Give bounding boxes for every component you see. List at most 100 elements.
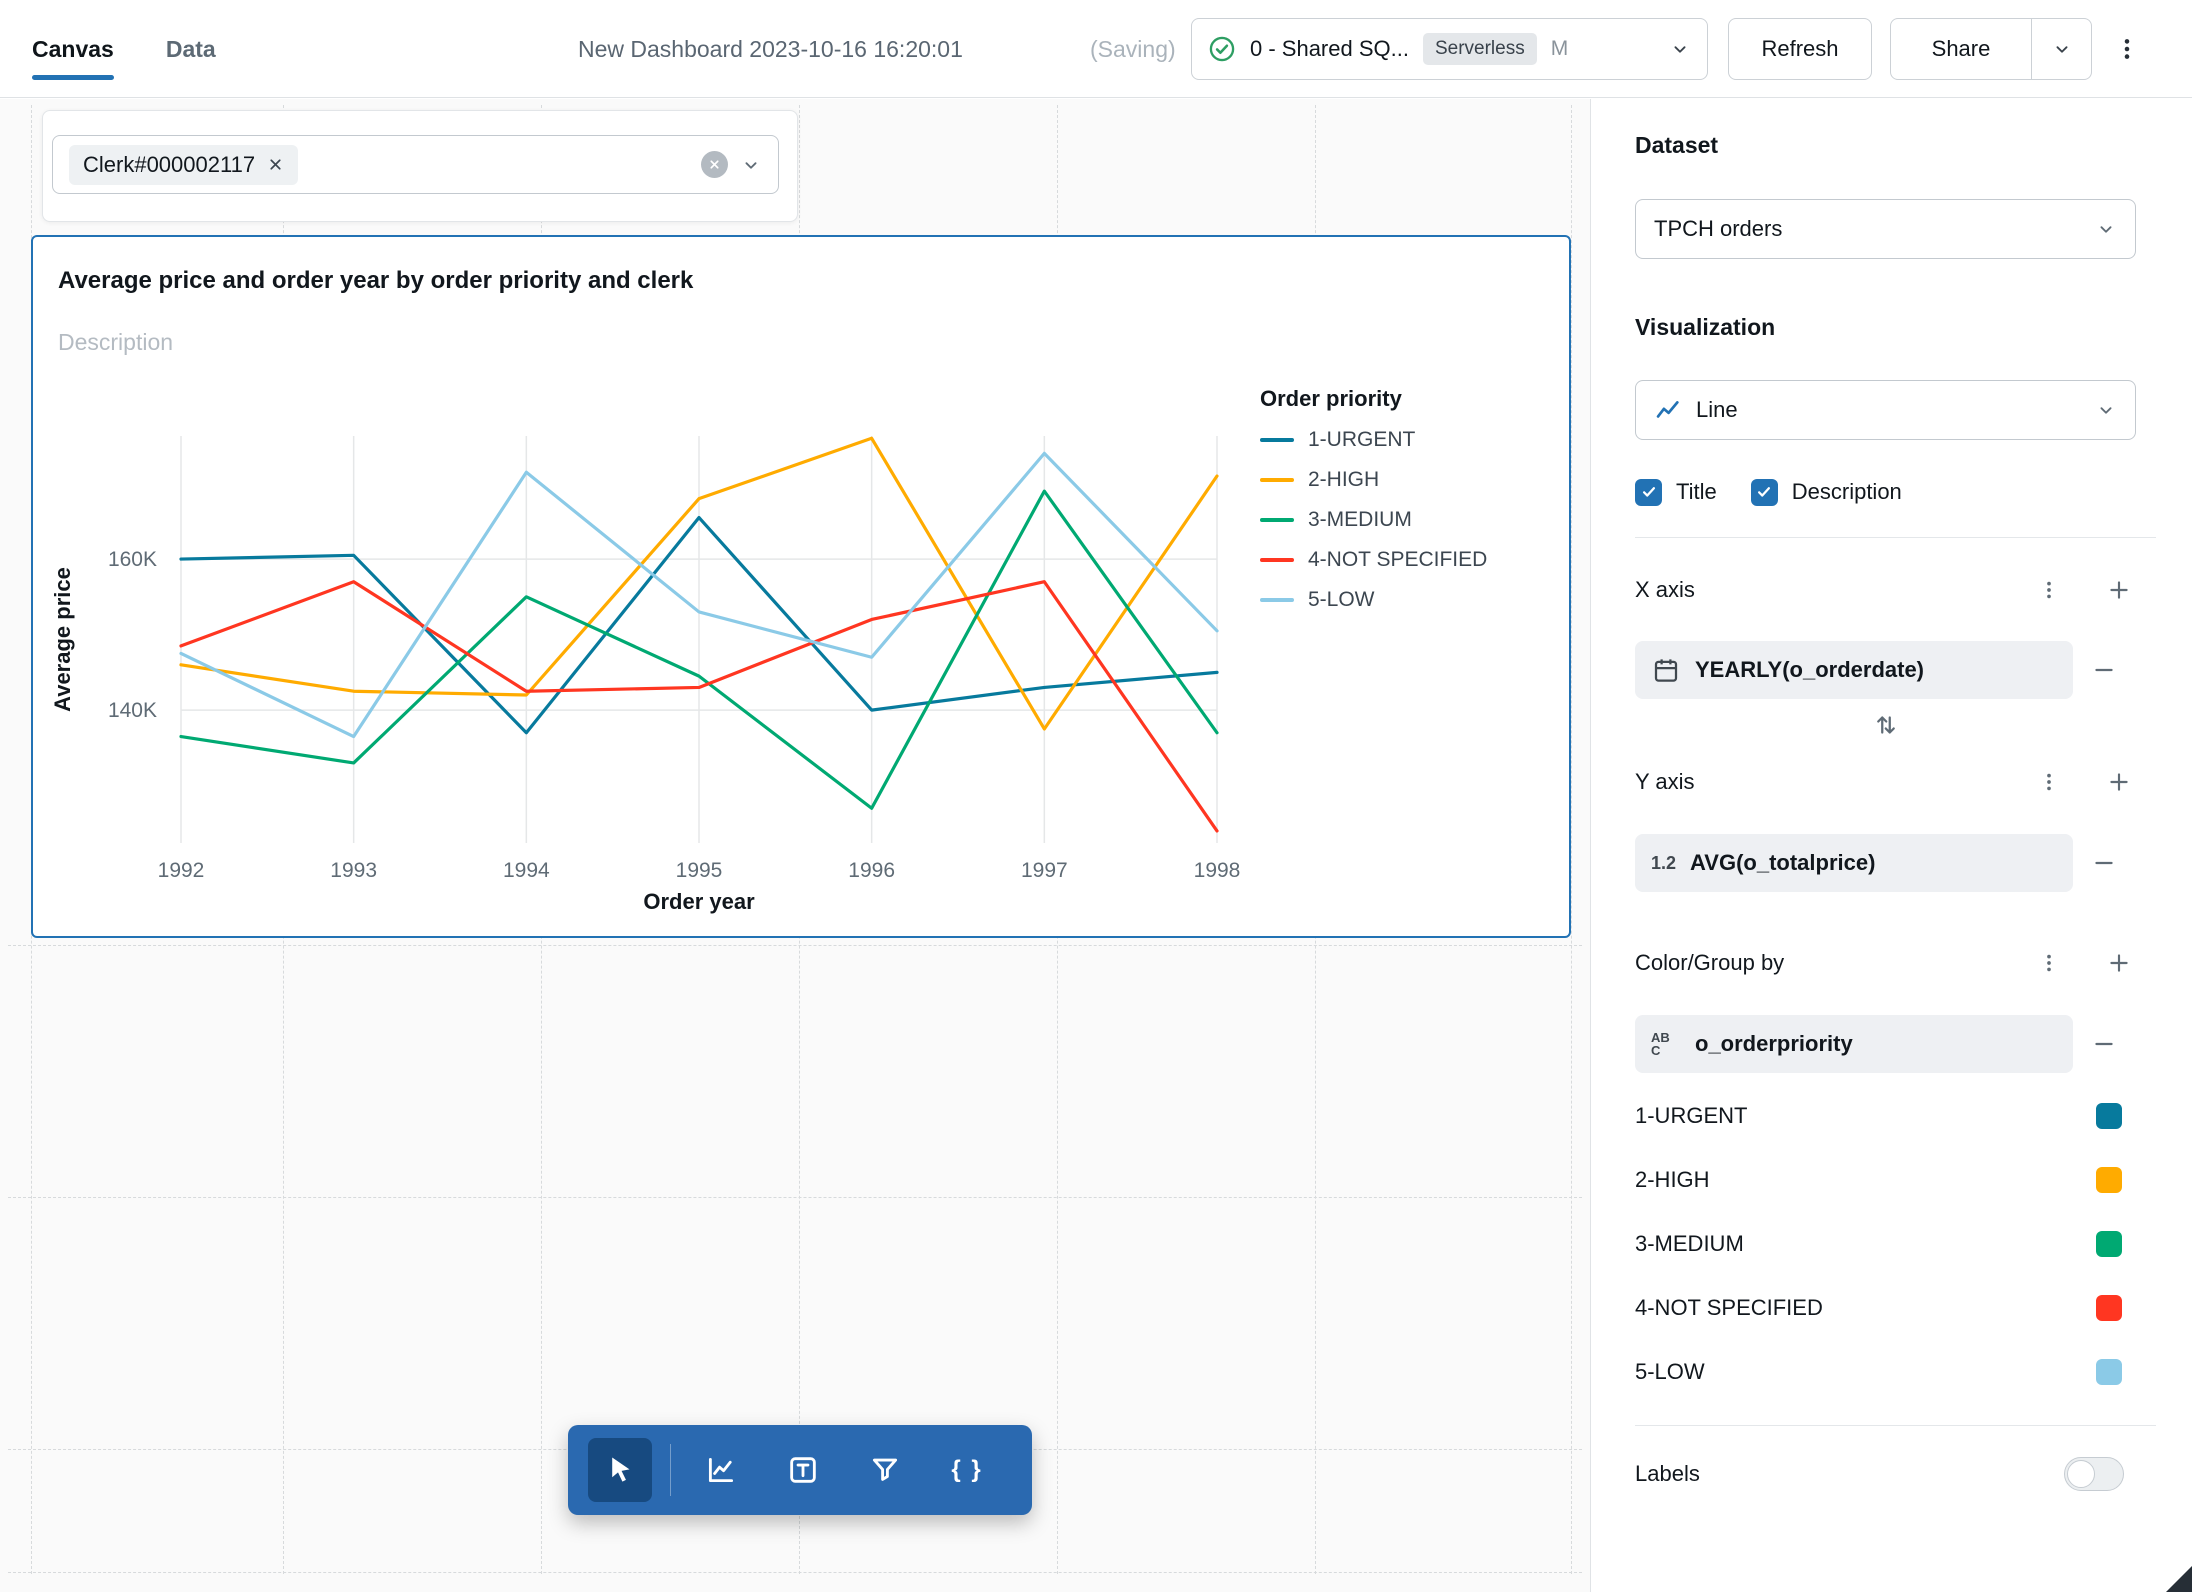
- overflow-menu-button[interactable]: [2100, 18, 2154, 80]
- labels-toggle[interactable]: [2064, 1457, 2124, 1491]
- braces-icon: { }: [951, 1456, 983, 1483]
- chart-widget[interactable]: 1992 1993 1994 1995 1996 1997 1998 160K 140K Orde…: [31, 235, 1571, 938]
- color-group-field-pill[interactable]: AB C o_orderpriority: [1635, 1015, 2073, 1073]
- widget-options-row: Title Description: [1635, 477, 2136, 507]
- series-color-swatch[interactable]: [2096, 1231, 2122, 1257]
- series-color-swatch[interactable]: [2096, 1103, 2122, 1129]
- add-text-tool-button[interactable]: [771, 1438, 835, 1502]
- x-axis-field-pill[interactable]: YEARLY(o_orderdate): [1635, 641, 2073, 699]
- series-name: 5-LOW: [1635, 1359, 1705, 1384]
- share-dropdown-button[interactable]: [2032, 18, 2092, 80]
- plus-icon: [2110, 954, 2128, 972]
- clear-circle-icon[interactable]: [701, 151, 728, 178]
- code-tool-button[interactable]: { }: [935, 1438, 999, 1502]
- series-color-row[interactable]: 3-MEDIUM: [1635, 1212, 2136, 1276]
- checkbox-checked-icon: [1635, 478, 1662, 506]
- canvas-grid-line: [1571, 105, 1572, 1574]
- swap-axes-icon[interactable]: [1871, 710, 1901, 740]
- description-checkbox[interactable]: Description: [1750, 478, 1902, 506]
- divider: [1635, 1425, 2156, 1426]
- x-axis-menu-button[interactable]: [2032, 573, 2066, 607]
- remove-color-group-field-button[interactable]: [2087, 1027, 2121, 1061]
- refresh-button[interactable]: Refresh: [1728, 18, 1872, 80]
- svg-text:1994: 1994: [503, 859, 550, 882]
- y-axis-section-header: Y axis: [1635, 768, 2136, 796]
- visualization-select-value: Line: [1696, 397, 1738, 422]
- filter-value-chip[interactable]: Clerk#000002117: [69, 144, 299, 185]
- legend-swatch: [1260, 598, 1294, 602]
- x-axis-section-label: X axis: [1635, 577, 1695, 602]
- legend-swatch: [1260, 438, 1294, 442]
- tab-data-label: Data: [165, 35, 216, 62]
- kebab-menu-icon: [2124, 39, 2130, 59]
- visualization-select[interactable]: Line: [1635, 380, 2136, 440]
- legend-item: 2-HIGH: [1260, 468, 1487, 492]
- select-tool-button[interactable]: [588, 1438, 652, 1502]
- chart-description-placeholder[interactable]: Description: [58, 329, 173, 356]
- saving-indicator: (Saving): [1090, 35, 1176, 62]
- close-icon[interactable]: [267, 156, 284, 173]
- warehouse-type-badge: Serverless: [1422, 33, 1537, 65]
- string-field-icon: AB C: [1651, 1030, 1670, 1058]
- plus-icon: [2110, 773, 2128, 791]
- add-y-axis-field-button[interactable]: [2102, 765, 2136, 799]
- dataset-heading: Dataset: [1635, 132, 1719, 158]
- series-color-swatch[interactable]: [2096, 1167, 2122, 1193]
- add-x-axis-field-button[interactable]: [2102, 573, 2136, 607]
- remove-y-axis-field-button[interactable]: [2087, 846, 2121, 880]
- chevron-down-icon: [2100, 226, 2112, 233]
- clerk-filter-combobox[interactable]: Clerk#000002117: [52, 135, 779, 194]
- y-axis-field-pill[interactable]: 1.2 AVG(o_totalprice): [1635, 834, 2073, 892]
- add-filter-tool-button[interactable]: [853, 1438, 917, 1502]
- series-color-row[interactable]: 5-LOW: [1635, 1340, 2136, 1404]
- svg-text:1998: 1998: [1194, 859, 1241, 882]
- legend-swatch: [1260, 518, 1294, 522]
- svg-text:Average price: Average price: [50, 567, 75, 712]
- add-color-group-field-button[interactable]: [2102, 946, 2136, 980]
- tab-data[interactable]: Data: [166, 36, 216, 63]
- kebab-menu-icon: [2047, 773, 2051, 791]
- resize-corner: [2166, 1566, 2192, 1592]
- legend-label: 5-LOW: [1308, 588, 1375, 611]
- kebab-menu-icon: [2047, 954, 2051, 972]
- dataset-select[interactable]: TPCH orders: [1635, 199, 2136, 259]
- x-axis-field-label: YEARLY(o_orderdate): [1695, 657, 1925, 682]
- description-checkbox-label: Description: [1791, 479, 1902, 504]
- legend-item: 5-LOW: [1260, 588, 1487, 612]
- chevron-down-icon: [1674, 46, 1686, 53]
- color-group-section-header: Color/Group by: [1635, 949, 2136, 977]
- warehouse-selector[interactable]: 0 - Shared SQ... Serverless M: [1191, 18, 1708, 80]
- canvas-toolbar: { }: [568, 1425, 1032, 1515]
- view-tabs: Canvas Data: [32, 0, 216, 98]
- x-axis-section-header: X axis: [1635, 576, 2136, 604]
- legend-label: 2-HIGH: [1308, 468, 1380, 491]
- chevron-down-icon[interactable]: [740, 154, 762, 176]
- svg-text:160K: 160K: [108, 548, 157, 571]
- series-color-row[interactable]: 2-HIGH: [1635, 1148, 2136, 1212]
- tab-canvas[interactable]: Canvas: [32, 36, 114, 80]
- svg-text:Order year: Order year: [643, 889, 755, 914]
- divider: [1635, 537, 2156, 538]
- share-button[interactable]: Share: [1890, 18, 2032, 80]
- share-split-button: Share: [1890, 18, 2092, 80]
- dashboard-canvas[interactable]: Clerk#000002117 1992 1993 1994 1995 1996 1997…: [0, 99, 1590, 1592]
- series-name: 2-HIGH: [1635, 1167, 1710, 1192]
- kebab-menu-icon: [2047, 581, 2051, 599]
- series-name: 1-URGENT: [1635, 1103, 1748, 1128]
- toolbar-divider: [670, 1444, 671, 1496]
- canvas-grid-line: [8, 945, 1582, 946]
- add-visualization-tool-button[interactable]: [689, 1438, 753, 1502]
- remove-x-axis-field-button[interactable]: [2087, 653, 2121, 687]
- chevron-down-icon: [2056, 46, 2067, 53]
- series-color-row[interactable]: 1-URGENT: [1635, 1084, 2136, 1148]
- series-color-swatch[interactable]: [2096, 1295, 2122, 1321]
- title-checkbox[interactable]: Title: [1635, 478, 1717, 506]
- series-color-row[interactable]: 4-NOT SPECIFIED: [1635, 1276, 2136, 1340]
- color-group-menu-button[interactable]: [2032, 946, 2066, 980]
- legend-item: 4-NOT SPECIFIED: [1260, 548, 1487, 572]
- series-color-swatch[interactable]: [2096, 1359, 2122, 1385]
- dashboard-title[interactable]: New Dashboard 2023-10-16 16:20:01: [578, 0, 963, 98]
- color-group-section-label: Color/Group by: [1635, 950, 1785, 975]
- filter-widget[interactable]: Clerk#000002117: [42, 110, 798, 222]
- y-axis-menu-button[interactable]: [2032, 765, 2066, 799]
